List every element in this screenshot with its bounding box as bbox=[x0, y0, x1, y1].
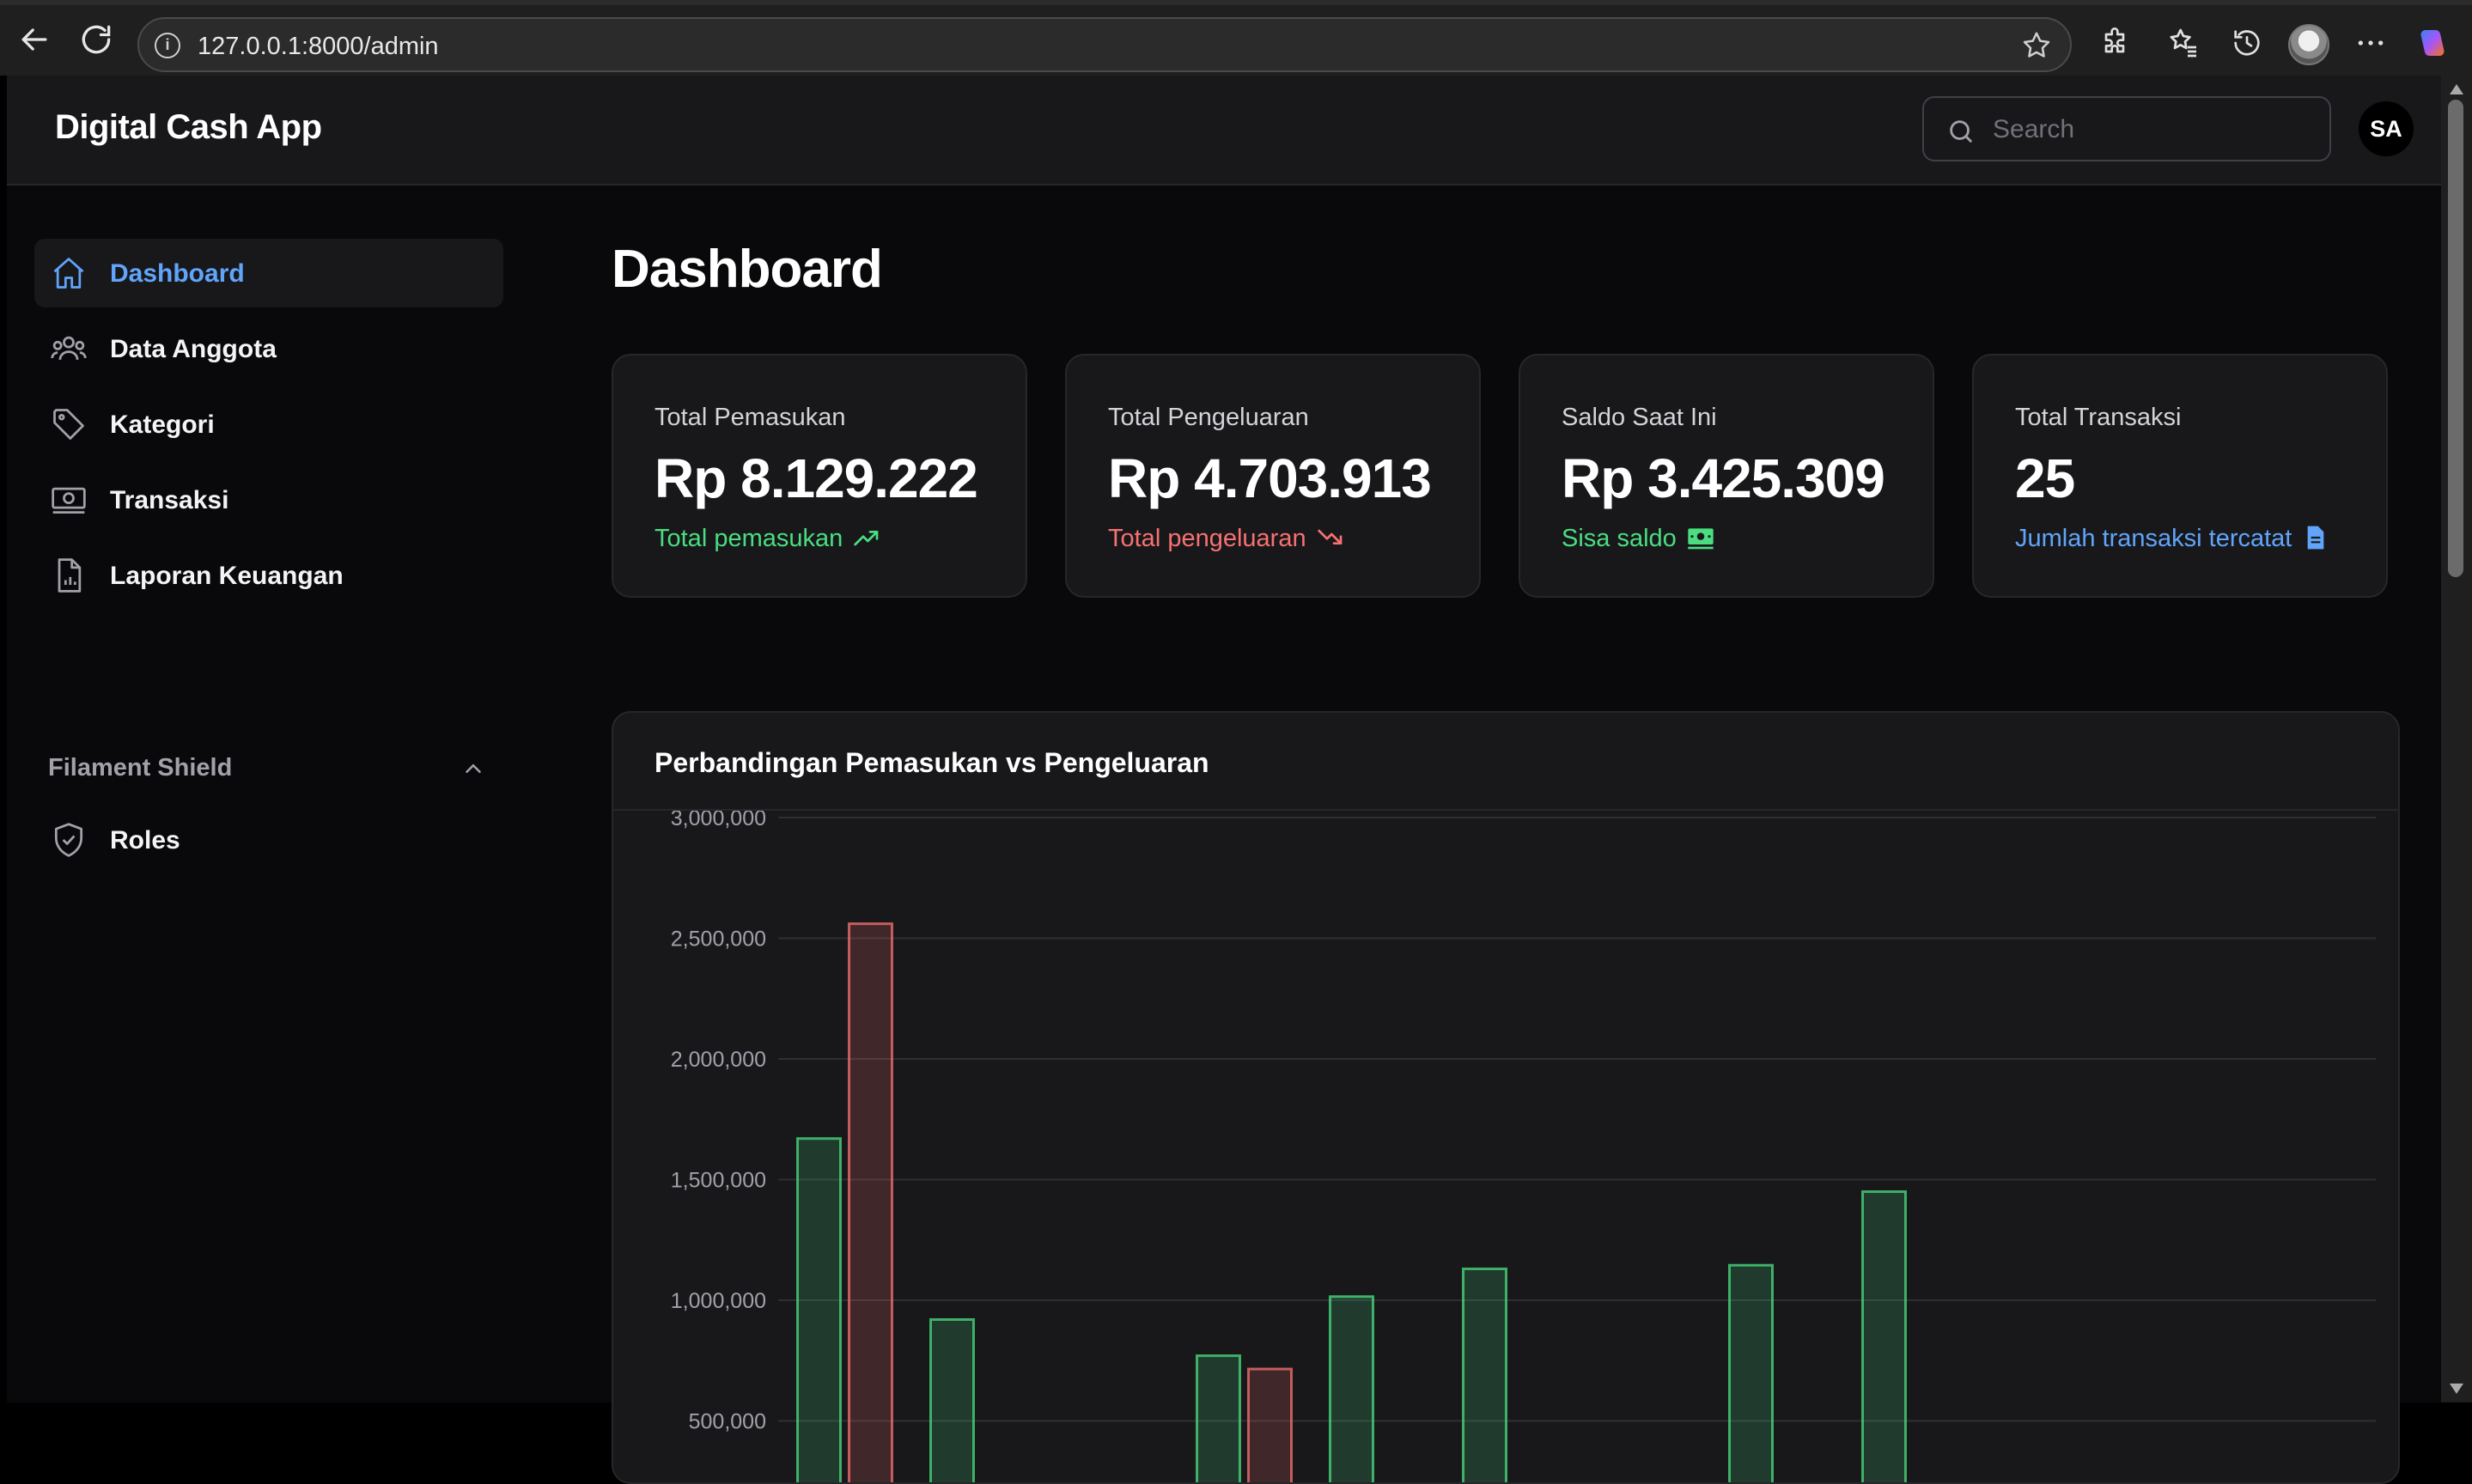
bar-chart: 3,000,000 2,500,000 2,000,000 1,500,000 1,00… bbox=[671, 811, 2376, 1484]
site-info-icon[interactable]: i bbox=[155, 33, 180, 58]
scroll-thumb[interactable] bbox=[2448, 100, 2463, 577]
trending-up-icon bbox=[854, 531, 879, 546]
sidebar-item-dashboard[interactable]: Dashboard bbox=[34, 239, 503, 307]
cash-icon bbox=[1688, 528, 1714, 550]
sidebar-item-label: Kategori bbox=[110, 411, 215, 439]
shield-check-icon bbox=[54, 823, 83, 857]
browser-toolbar: i 127.0.0.1:8000/admin bbox=[0, 0, 2472, 76]
favorite-star-icon[interactable] bbox=[2020, 29, 2053, 62]
banknote-icon bbox=[52, 487, 86, 514]
y-tick-label: 2,000,000 bbox=[671, 1048, 766, 1072]
bar-pengeluaran[interactable] bbox=[1247, 1367, 1293, 1484]
url-text[interactable]: 127.0.0.1:8000/admin bbox=[198, 33, 439, 61]
stat-description: Jumlah transaksi tercatat bbox=[2015, 524, 2331, 553]
topbar: Digital Cash App SA bbox=[7, 76, 2441, 186]
stat-label: Total Pengeluaran bbox=[1108, 404, 1309, 431]
bar-pemasukan[interactable] bbox=[796, 1137, 842, 1484]
home-icon bbox=[53, 258, 84, 289]
stat-description: Sisa saldo bbox=[1562, 524, 1716, 553]
document-icon bbox=[2308, 526, 2324, 550]
sidebar-group-label[interactable]: Filament Shield bbox=[48, 754, 232, 782]
address-bar[interactable]: i 127.0.0.1:8000/admin bbox=[137, 17, 2072, 72]
global-search[interactable] bbox=[1922, 96, 2331, 161]
app-window: Digital Cash App SA Dashboard Data Anggo… bbox=[7, 76, 2441, 1484]
stat-value: Rp 4.703.913 bbox=[1108, 447, 1432, 509]
scroll-up-arrow-icon[interactable] bbox=[2450, 84, 2463, 94]
copilot-icon[interactable] bbox=[2415, 26, 2450, 60]
chart-card: Perbandingan Pemasukan vs Pengeluaran 3,… bbox=[612, 711, 2400, 1484]
sidebar-item-data-anggota[interactable]: Data Anggota bbox=[34, 314, 503, 383]
sidebar-item-transaksi[interactable]: Transaksi bbox=[34, 465, 503, 534]
user-avatar[interactable]: SA bbox=[2359, 101, 2414, 156]
y-tick-label: 1,500,000 bbox=[671, 1169, 766, 1193]
sidebar-item-label: Data Anggota bbox=[110, 335, 277, 363]
bar-pemasukan[interactable] bbox=[1462, 1267, 1507, 1484]
page-scrollbar[interactable] bbox=[2441, 76, 2472, 1402]
sidebar-item-kategori[interactable]: Kategori bbox=[34, 390, 503, 459]
back-arrow-icon[interactable] bbox=[15, 21, 53, 58]
sidebar-item-roles[interactable]: Roles bbox=[34, 806, 503, 874]
sidebar-item-label: Dashboard bbox=[110, 259, 245, 288]
history-icon[interactable] bbox=[2230, 26, 2264, 60]
extensions-icon[interactable] bbox=[2098, 26, 2132, 60]
stat-card-total-pemasukan: Total Pemasukan Rp 8.129.222 Total pemas… bbox=[612, 354, 1027, 598]
bar-pemasukan[interactable] bbox=[929, 1317, 975, 1484]
chevron-up-icon[interactable] bbox=[460, 756, 486, 782]
more-options-icon[interactable] bbox=[2353, 26, 2388, 60]
stat-description: Total pemasukan bbox=[655, 524, 882, 553]
stat-card-saldo-saat-ini: Saldo Saat Ini Rp 3.425.309 Sisa saldo bbox=[1519, 354, 1934, 598]
bar-pengeluaran[interactable] bbox=[848, 922, 893, 1484]
chart-title: Perbandingan Pemasukan vs Pengeluaran bbox=[655, 747, 1209, 778]
search-input[interactable] bbox=[1993, 106, 2311, 153]
trending-down-icon bbox=[1317, 529, 1342, 544]
sidebar-item-label: Transaksi bbox=[110, 486, 229, 514]
sidebar: Dashboard Data Anggota Kategori Transaks… bbox=[7, 187, 522, 1402]
y-tick-label: 2,500,000 bbox=[671, 928, 766, 952]
bar-pemasukan[interactable] bbox=[1196, 1354, 1241, 1484]
stat-description: Total pengeluaran bbox=[1108, 524, 1346, 553]
stat-card-total-pengeluaran: Total Pengeluaran Rp 4.703.913 Total pen… bbox=[1065, 354, 1481, 598]
browser-profile-avatar[interactable] bbox=[2288, 24, 2329, 65]
stat-value: Rp 3.425.309 bbox=[1562, 447, 1885, 509]
bar-pemasukan[interactable] bbox=[1861, 1190, 1907, 1484]
page-title: Dashboard bbox=[612, 240, 883, 299]
y-tick-label: 3,000,000 bbox=[671, 811, 766, 830]
bar-pemasukan[interactable] bbox=[1728, 1263, 1774, 1484]
reload-icon[interactable] bbox=[77, 21, 115, 58]
stat-value: Rp 8.129.222 bbox=[655, 447, 978, 509]
sidebar-item-laporan-keuangan[interactable]: Laporan Keuangan bbox=[34, 541, 503, 610]
y-tick-label: 500,000 bbox=[689, 1410, 766, 1434]
bar-pemasukan[interactable] bbox=[1329, 1295, 1374, 1484]
search-icon bbox=[1950, 120, 1972, 143]
sidebar-item-label: Laporan Keuangan bbox=[110, 562, 344, 590]
stat-label: Total Transaksi bbox=[2015, 404, 2182, 431]
app-brand[interactable]: Digital Cash App bbox=[55, 108, 322, 147]
report-icon bbox=[58, 558, 82, 593]
stat-label: Total Pemasukan bbox=[655, 404, 846, 431]
favorites-icon[interactable] bbox=[2166, 26, 2201, 60]
stat-value: 25 bbox=[2015, 447, 2075, 509]
stat-label: Saldo Saat Ini bbox=[1562, 404, 1717, 431]
stat-card-total-transaksi: Total Transaksi 25 Jumlah transaksi terc… bbox=[1972, 354, 2388, 598]
users-icon bbox=[51, 336, 87, 360]
y-tick-label: 1,000,000 bbox=[671, 1289, 766, 1313]
sidebar-item-label: Roles bbox=[110, 826, 180, 855]
tag-icon bbox=[53, 409, 84, 440]
scroll-down-arrow-icon[interactable] bbox=[2450, 1384, 2463, 1394]
